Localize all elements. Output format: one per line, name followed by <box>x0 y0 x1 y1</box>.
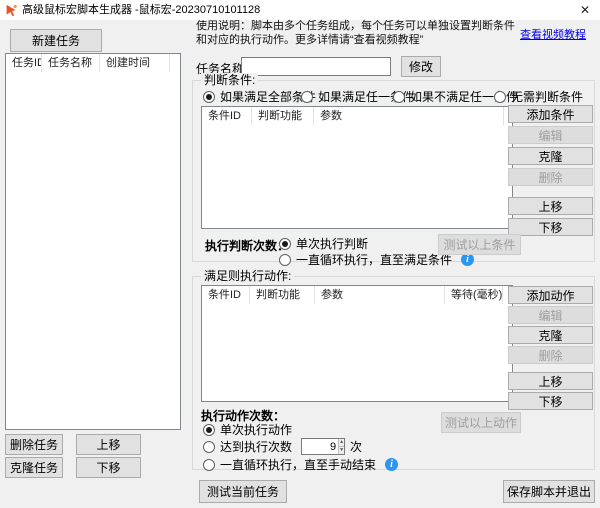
modify-task-name-button[interactable]: 修改 <box>401 56 441 77</box>
condition-move-up-button[interactable]: 上移 <box>508 197 593 215</box>
clone-action-button[interactable]: 克隆 <box>508 326 593 344</box>
radio-action-once[interactable]: 单次执行动作 <box>203 422 292 437</box>
actions-col-id: 条件ID <box>202 286 250 304</box>
radio-dot <box>393 91 405 103</box>
radio-action-loop[interactable]: 一直循环执行，直至手动结束 i <box>203 457 398 472</box>
title-bar: 高级鼠标宏脚本生成器 -鼠标宏-20230710101128 ✕ <box>0 0 600 20</box>
usage-instructions: 使用说明：脚本由多个任务组成，每个任务可以单独设置判断条件和对应的执行动作。更多… <box>196 19 520 47</box>
conditions-table-header: 条件ID 判断功能 参数 <box>202 107 512 125</box>
radio-label: 单次执行判断 <box>296 235 368 252</box>
actions-group-label: 满足则执行动作: <box>201 269 294 284</box>
stepper-down-icon[interactable]: ▼ <box>339 447 344 454</box>
video-tutorial-link[interactable]: 查看视频教程 <box>520 26 586 42</box>
conditions-table[interactable]: 条件ID 判断功能 参数 <box>201 106 513 229</box>
close-icon[interactable]: ✕ <box>570 0 600 20</box>
delete-condition-button: 删除 <box>508 168 593 186</box>
task-list-col-created: 创建时间 <box>100 54 170 72</box>
conditions-group-label: 判断条件: <box>201 73 258 88</box>
action-move-up-button[interactable]: 上移 <box>508 372 593 390</box>
app-icon <box>5 4 18 17</box>
task-list[interactable]: 任务ID 任务名称 创建时间 <box>5 53 181 430</box>
radio-label: 单次执行动作 <box>220 421 292 438</box>
add-action-button[interactable]: 添加动作 <box>508 286 593 304</box>
actions-col-params: 参数 <box>315 286 445 304</box>
task-move-down-button[interactable]: 下移 <box>76 457 141 478</box>
radio-dot <box>494 91 506 103</box>
radio-label: 一直循环执行，直至满足条件 <box>296 251 452 268</box>
actions-table-header: 条件ID 判断功能 参数 等待(毫秒) <box>202 286 512 304</box>
task-list-col-name: 任务名称 <box>42 54 100 72</box>
radio-action-count[interactable]: 达到执行次数 ▲ ▼ 次 <box>203 439 362 454</box>
run-count-input[interactable] <box>302 439 338 454</box>
actions-col-wait: 等待(毫秒) <box>445 286 503 304</box>
clone-condition-button[interactable]: 克隆 <box>508 147 593 165</box>
radio-dot <box>279 238 291 250</box>
radio-dot <box>203 459 215 471</box>
edit-condition-button: 编辑 <box>508 126 593 144</box>
radio-judge-once[interactable]: 单次执行判断 <box>279 236 368 251</box>
test-conditions-button: 测试以上条件 <box>438 234 521 255</box>
delete-action-button: 删除 <box>508 346 593 364</box>
task-list-header: 任务ID 任务名称 创建时间 <box>6 54 180 72</box>
actions-col-func: 判断功能 <box>250 286 315 304</box>
test-current-task-button[interactable]: 测试当前任务 <box>199 480 287 503</box>
run-count-suffix: 次 <box>350 438 362 455</box>
radio-dot <box>203 424 215 436</box>
conditions-col-id: 条件ID <box>202 107 252 125</box>
task-move-up-button[interactable]: 上移 <box>76 434 141 455</box>
conditions-col-params: 参数 <box>314 107 504 125</box>
stepper-up-icon[interactable]: ▲ <box>339 439 344 447</box>
run-count-stepper[interactable]: ▲ ▼ <box>301 438 345 455</box>
actions-table[interactable]: 条件ID 判断功能 参数 等待(毫秒) <box>201 285 513 402</box>
app-window: 高级鼠标宏脚本生成器 -鼠标宏-20230710101128 ✕ 新建任务 任务… <box>0 0 600 508</box>
actions-group: 满足则执行动作: 条件ID 判断功能 参数 等待(毫秒) 添加动作 编辑 克隆 … <box>192 276 595 470</box>
radio-dot <box>279 254 291 266</box>
radio-match-all[interactable]: 如果满足全部条件 <box>203 89 316 104</box>
radio-label: 达到执行次数 <box>220 438 292 455</box>
radio-dot <box>301 91 313 103</box>
conditions-col-func: 判断功能 <box>252 107 314 125</box>
action-move-down-button[interactable]: 下移 <box>508 392 593 410</box>
new-task-button[interactable]: 新建任务 <box>10 29 102 52</box>
save-script-exit-button[interactable]: 保存脚本并退出 <box>503 480 595 503</box>
task-list-col-id: 任务ID <box>6 54 42 72</box>
radio-dot <box>203 441 215 453</box>
clone-task-button[interactable]: 克隆任务 <box>5 457 63 478</box>
edit-action-button: 编辑 <box>508 306 593 324</box>
window-title: 高级鼠标宏脚本生成器 -鼠标宏-20230710101128 <box>22 0 260 20</box>
info-icon[interactable]: i <box>385 458 398 471</box>
task-name-input[interactable] <box>241 57 391 76</box>
judge-count-label: 执行判断次数： <box>205 237 289 254</box>
add-condition-button[interactable]: 添加条件 <box>508 105 593 123</box>
radio-dot <box>203 91 215 103</box>
radio-label: 一直循环执行，直至手动结束 <box>220 456 376 473</box>
radio-label: 无需判断条件 <box>511 88 583 105</box>
radio-no-condition[interactable]: 无需判断条件 <box>494 89 583 104</box>
test-actions-button: 测试以上动作 <box>441 412 521 433</box>
delete-task-button[interactable]: 删除任务 <box>5 434 63 455</box>
task-list-col-spacer <box>170 54 180 72</box>
conditions-group: 判断条件: 如果满足全部条件 如果满足任一条件 如果不满足任一条件 无需判断条件… <box>192 80 595 262</box>
